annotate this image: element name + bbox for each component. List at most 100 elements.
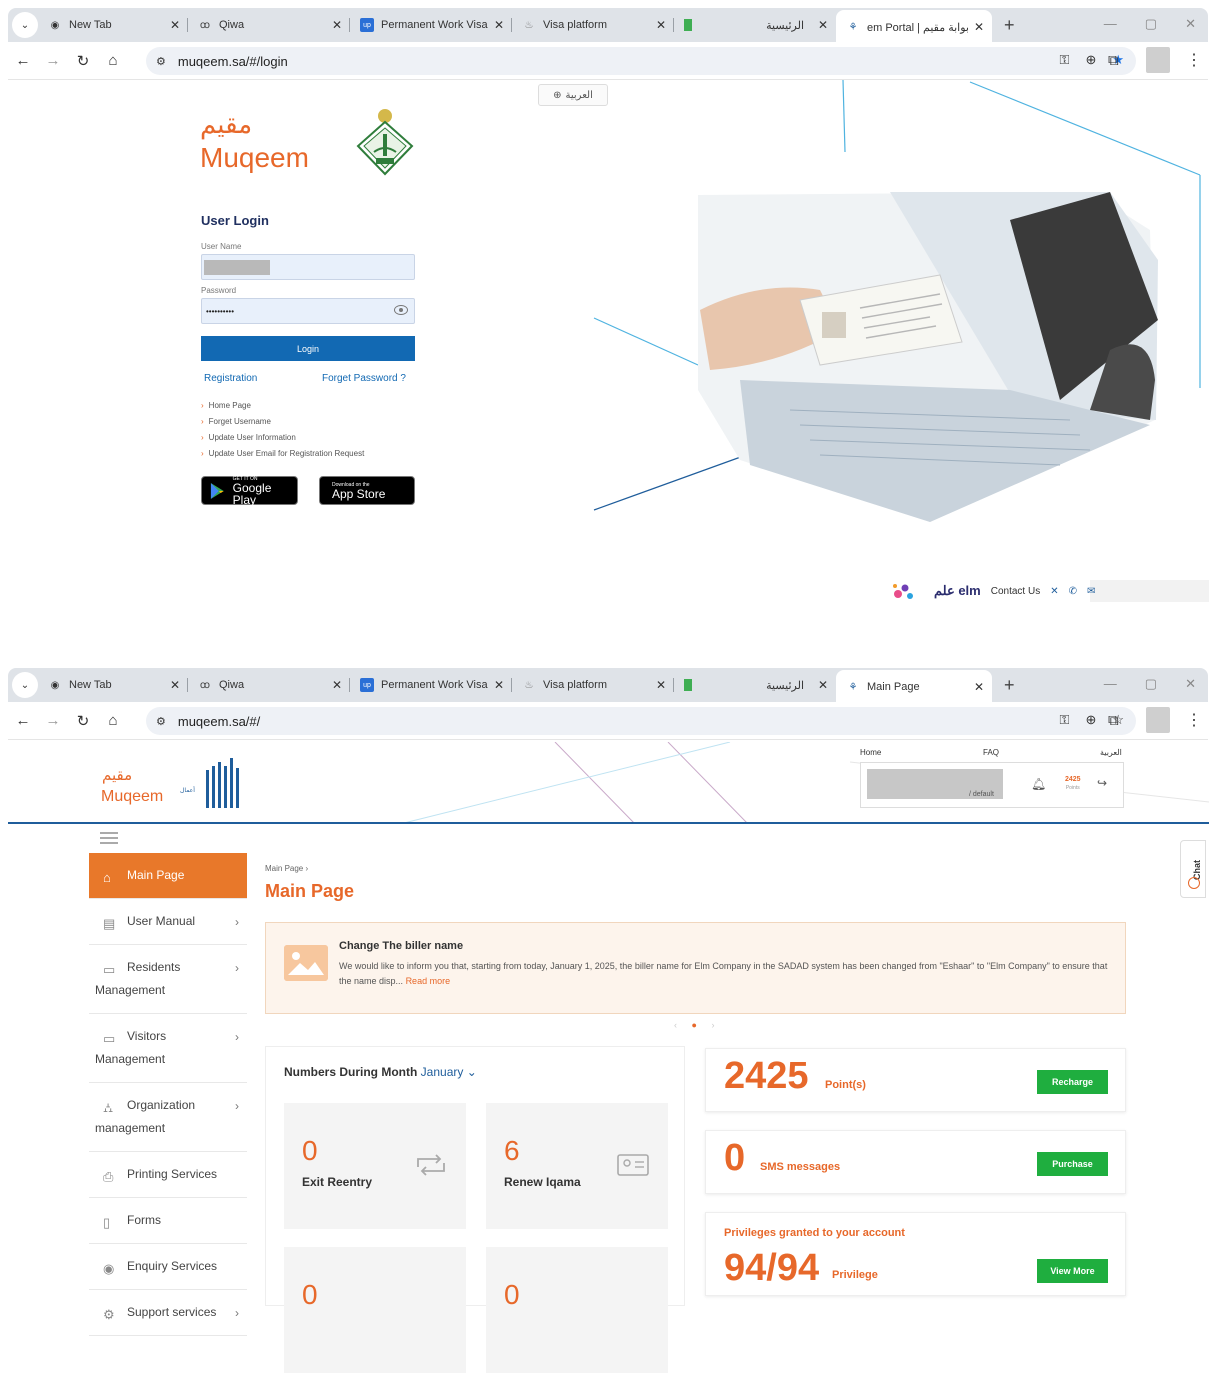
purchase-button[interactable]: Purchase [1037, 1152, 1108, 1176]
key-icon[interactable]: ⚿ [1060, 712, 1070, 728]
sidebar-item-enquiry-services[interactable]: ◉ Enquiry Services [89, 1244, 247, 1290]
sidebar-item-main-page[interactable]: ⌂ Main Page [89, 853, 247, 899]
chevron-right-icon[interactable]: › [711, 1020, 720, 1030]
minimize-icon[interactable]: — [1104, 676, 1117, 692]
close-icon[interactable]: ✕ [332, 18, 342, 32]
new-tab-button[interactable]: + [1004, 15, 1015, 36]
sidebar-item-user-manual[interactable]: ▤ User Manual › [89, 899, 247, 945]
site-settings-icon[interactable]: ⚙ [156, 715, 166, 728]
close-icon[interactable]: ✕ [494, 678, 504, 692]
chat-button[interactable]: Chat [1180, 840, 1206, 898]
stat-exit-reentry[interactable]: 0 Exit Reentry [284, 1103, 466, 1229]
stat-box-3[interactable]: 0 [284, 1247, 466, 1373]
close-icon[interactable]: ✕ [170, 18, 180, 32]
browser-menu-icon[interactable]: ⋮ [1186, 710, 1202, 730]
maximize-icon[interactable]: ▢ [1145, 676, 1157, 692]
tab-new-tab[interactable]: ◉ New Tab ✕ [38, 10, 188, 40]
bell-icon[interactable]: 🔔︎ [1031, 777, 1046, 791]
new-tab-button[interactable]: + [1004, 675, 1015, 696]
reload-icon[interactable]: ↻ [68, 712, 98, 730]
profile-avatar[interactable] [1146, 47, 1170, 73]
link-forget-username[interactable]: › Forget Username [201, 414, 364, 430]
key-icon[interactable]: ⚿ [1060, 52, 1070, 68]
tab-muqeem-portal[interactable]: ⚘ em Portal | بوابة مقيم ✕ [836, 10, 992, 44]
mail-icon[interactable]: ✉ [1087, 586, 1095, 597]
tab-qiwa[interactable]: ꝏ Qiwa ✕ [188, 10, 350, 40]
stat-box-4[interactable]: 0 [486, 1247, 668, 1373]
close-window-icon[interactable]: ✕ [1185, 676, 1196, 692]
url-input[interactable]: ⚙ muqeem.sa/#/ ⚿ ⊕ ☆ [146, 707, 1136, 735]
login-button[interactable]: Login [201, 336, 415, 361]
home-icon[interactable]: ⌂ [98, 712, 128, 729]
tab-search-button[interactable]: ⌄ [12, 12, 38, 38]
tab-qiwa[interactable]: ꝏ Qiwa ✕ [188, 670, 350, 700]
carousel-indicator[interactable]: ‹ ● › [674, 1020, 720, 1030]
tab-visa-platform[interactable]: ♨ Visa platform ✕ [512, 670, 674, 700]
top-link-language[interactable]: العربية [1100, 748, 1122, 757]
close-window-icon[interactable]: ✕ [1185, 16, 1196, 32]
forward-icon[interactable]: → [38, 712, 68, 729]
read-more-link[interactable]: Read more [406, 976, 451, 986]
tab-home-arabic[interactable]: الرئيسية ✕ [674, 10, 836, 40]
contact-us-link[interactable]: Contact Us [991, 586, 1040, 597]
minimize-icon[interactable]: — [1104, 16, 1117, 32]
tab-main-page[interactable]: ⚘ Main Page ✕ [836, 670, 992, 704]
tab-permanent-work-visa[interactable]: up Permanent Work Visa ✕ [350, 10, 512, 40]
zoom-icon[interactable]: ⊕ [1085, 52, 1096, 68]
close-icon[interactable]: ✕ [974, 680, 984, 694]
sidebar-item-printing-services[interactable]: ⎙ Printing Services [89, 1152, 247, 1198]
tab-visa-platform[interactable]: ♨ Visa platform ✕ [512, 10, 674, 40]
app-store-button[interactable]: Download on the App Store [319, 476, 415, 505]
show-password-icon[interactable] [394, 305, 408, 315]
tab-search-button[interactable]: ⌄ [12, 672, 38, 698]
link-home-page[interactable]: › Home Page [201, 398, 364, 414]
chevron-left-icon[interactable]: ‹ [674, 1020, 683, 1030]
username-input[interactable] [201, 254, 415, 280]
x-social-icon[interactable]: ✕ [1050, 586, 1058, 597]
close-icon[interactable]: ✕ [818, 678, 828, 692]
registration-link[interactable]: Registration [204, 373, 257, 384]
stat-renew-iqama[interactable]: 6 Renew Iqama [486, 1103, 668, 1229]
extensions-icon[interactable]: ⧉ [1108, 52, 1119, 69]
link-update-user-info[interactable]: › Update User Information [201, 430, 364, 446]
tab-home-arabic[interactable]: الرئيسية ✕ [674, 670, 836, 700]
sidebar-item-forms[interactable]: ▯ Forms [89, 1198, 247, 1244]
sidebar-item-support-services[interactable]: ⚙ Support services › [89, 1290, 247, 1336]
browser-menu-icon[interactable]: ⋮ [1186, 50, 1202, 70]
close-icon[interactable]: ✕ [974, 20, 984, 34]
back-icon[interactable]: ← [8, 52, 38, 69]
points-mini[interactable]: 2425 Points [1065, 775, 1081, 793]
url-input[interactable]: ⚙ muqeem.sa/#/login ⚿ ⊕ ★ [146, 47, 1136, 75]
close-icon[interactable]: ✕ [170, 678, 180, 692]
view-more-button[interactable]: View More [1037, 1259, 1108, 1283]
hamburger-menu-icon[interactable] [100, 832, 118, 846]
month-select[interactable]: January ⌄ [421, 1065, 477, 1079]
close-icon[interactable]: ✕ [656, 678, 666, 692]
sidebar-item-organization-management[interactable]: ⛼ Organization management › [89, 1083, 247, 1152]
maximize-icon[interactable]: ▢ [1145, 16, 1157, 32]
close-icon[interactable]: ✕ [656, 18, 666, 32]
sidebar-item-visitors-management[interactable]: ▭ Visitors Management › [89, 1014, 247, 1083]
phone-icon[interactable]: ✆ [1069, 586, 1077, 597]
back-icon[interactable]: ← [8, 712, 38, 729]
logout-icon[interactable]: ↪ [1097, 776, 1107, 790]
tab-permanent-work-visa[interactable]: up Permanent Work Visa ✕ [350, 670, 512, 700]
close-icon[interactable]: ✕ [818, 18, 828, 32]
close-icon[interactable]: ✕ [494, 18, 504, 32]
forget-password-link[interactable]: Forget Password ? [322, 373, 406, 384]
site-settings-icon[interactable]: ⚙ [156, 55, 166, 68]
reload-icon[interactable]: ↻ [68, 52, 98, 70]
recharge-button[interactable]: Recharge [1037, 1070, 1108, 1094]
forward-icon[interactable]: → [38, 52, 68, 69]
google-play-button[interactable]: GET IT ON Google Play [201, 476, 298, 506]
close-icon[interactable]: ✕ [332, 678, 342, 692]
sidebar-item-residents-management[interactable]: ▭ Residents Management › [89, 945, 247, 1014]
tab-new-tab[interactable]: ◉ New Tab ✕ [38, 670, 188, 700]
password-input[interactable]: •••••••••• [201, 298, 415, 324]
zoom-icon[interactable]: ⊕ [1085, 712, 1096, 728]
carousel-dot-active[interactable]: ● [692, 1020, 703, 1030]
extensions-icon[interactable]: ⧉ [1108, 712, 1119, 729]
top-link-home[interactable]: Home [860, 748, 881, 757]
profile-avatar[interactable] [1146, 707, 1170, 733]
home-icon[interactable]: ⌂ [98, 52, 128, 69]
